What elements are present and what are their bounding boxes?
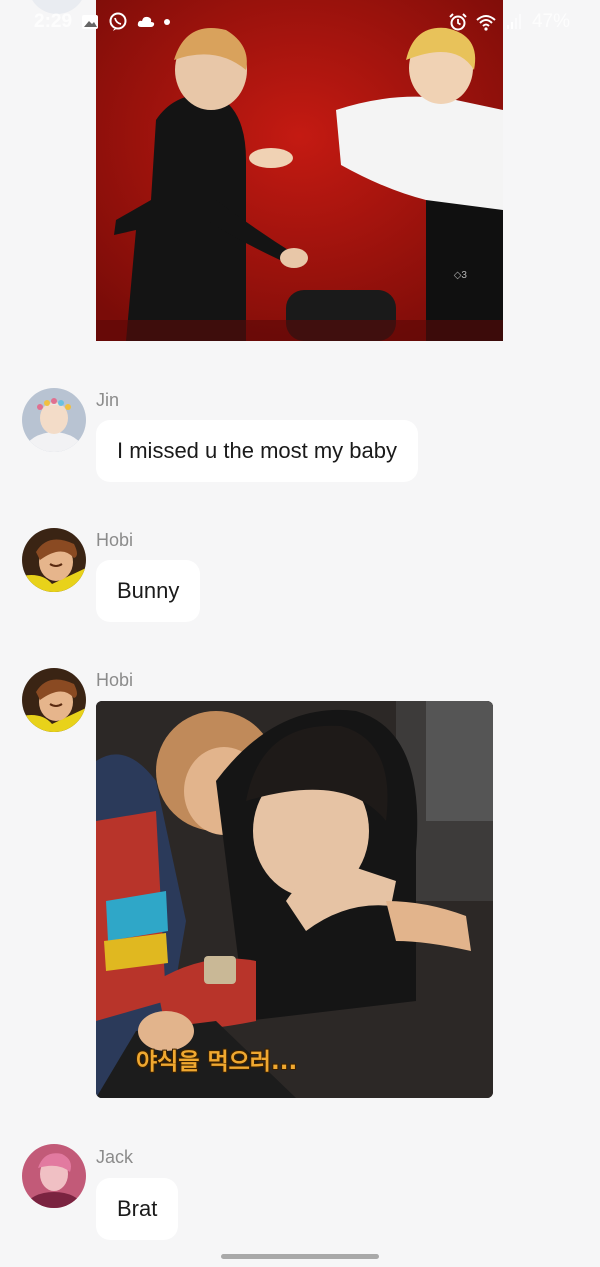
cloud-icon (136, 12, 156, 32)
viber-icon (108, 12, 128, 32)
sender-name: Jin (96, 390, 120, 410)
home-indicator[interactable] (221, 1254, 379, 1259)
jack-avatar[interactable] (22, 1144, 86, 1208)
chat-image[interactable]: ◇3 (96, 0, 503, 341)
alarm-icon (448, 12, 468, 32)
wifi-icon (476, 12, 496, 32)
jin-avatar[interactable] (22, 388, 86, 452)
hobi-avatar[interactable] (22, 668, 86, 732)
image-caption: 야식을 먹으러... (136, 1049, 298, 1075)
chat-image[interactable]: 야식을 먹으러... (96, 701, 493, 1098)
notification-dot (164, 19, 171, 25)
red-studio-photo (96, 0, 503, 341)
status-bar: 2:29 47% (0, 0, 600, 46)
chat-screen: 2:29 47% ◇3 Jin I missed u the most my b… (0, 0, 600, 1267)
sender-name: Jack (96, 1147, 134, 1167)
message-bubble[interactable]: I missed u the most my baby (96, 420, 418, 482)
watermark: ◇3 (453, 270, 467, 281)
message-bubble[interactable]: Bunny (96, 560, 201, 622)
status-time: 2:29 (34, 11, 73, 32)
gallery-icon (80, 12, 100, 32)
signal-icon (504, 12, 524, 32)
message-bubble[interactable]: Brat (96, 1178, 179, 1240)
battery-level: 47% (531, 11, 570, 32)
hug-photo (96, 701, 493, 1098)
sender-name: Hobi (96, 530, 134, 550)
hobi-avatar[interactable] (22, 528, 86, 592)
sender-name: Hobi (96, 670, 134, 690)
